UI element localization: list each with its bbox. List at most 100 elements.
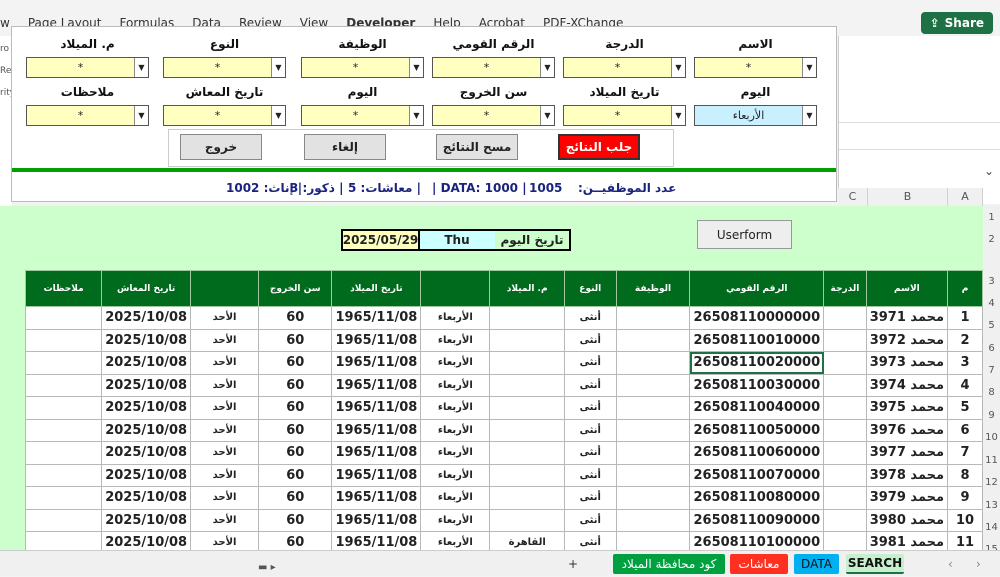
cell-col-birth-day[interactable]: الأربعاء (420, 463, 491, 487)
cell-col-grade[interactable] (823, 486, 867, 510)
cell-col-birth-day[interactable]: الأربعاء (420, 396, 491, 420)
gender-combo[interactable]: * ▼ (163, 57, 286, 78)
header-col-birth-gov[interactable]: م. الميلاد (489, 270, 566, 307)
retirement-age-combo[interactable]: * ▼ (432, 105, 555, 126)
cell-col-pension-date[interactable]: 2025/10/08 (101, 441, 192, 465)
cell-col-job[interactable] (615, 306, 691, 330)
cell-col-gender[interactable]: أنثى (564, 351, 617, 375)
cell-col-grade[interactable] (823, 373, 867, 397)
cell-col-birth-date[interactable]: 1965/11/08 (331, 508, 422, 532)
formula-bar[interactable] (839, 122, 1000, 150)
cell-col-national-id[interactable]: 26508110000000 (689, 306, 825, 330)
cell-col-retire-age[interactable]: 60 (258, 463, 333, 487)
cell-col-notes[interactable] (24, 463, 103, 487)
cell-col-notes[interactable] (24, 531, 103, 550)
cell-col-gender[interactable]: أنثى (564, 328, 617, 352)
cell-col-birth-date[interactable]: 1965/11/08 (331, 463, 422, 487)
cell-col-birth-gov[interactable] (489, 328, 566, 352)
cell-col-grade[interactable] (823, 508, 867, 532)
cell-col-birth-gov[interactable] (489, 306, 566, 330)
header-col-job[interactable]: الوظيفة (615, 270, 691, 307)
cell-col-pension-date[interactable]: 2025/10/08 (101, 463, 192, 487)
cell-col-name[interactable]: محمد 3980 (865, 508, 949, 532)
dropdown-arrow-icon[interactable]: ▼ (802, 106, 816, 125)
day-combo-2[interactable]: * ▼ (301, 105, 424, 126)
dropdown-arrow-icon[interactable]: ▼ (671, 58, 685, 77)
cell-col-job[interactable] (615, 351, 691, 375)
pension-date-combo[interactable]: * ▼ (163, 105, 286, 126)
dropdown-arrow-icon[interactable]: ▼ (540, 58, 554, 77)
cell-col-gender[interactable]: أنثى (564, 441, 617, 465)
column-header-a[interactable]: A (948, 188, 983, 206)
cell-col-job[interactable] (615, 441, 691, 465)
cell-col-notes[interactable] (24, 306, 103, 330)
cell-col-pension-date[interactable]: 2025/10/08 (101, 306, 192, 330)
cell-col-serial[interactable]: 2 (947, 328, 983, 352)
chevron-right-icon[interactable]: › (968, 554, 989, 574)
header-col-pension-date[interactable]: تاريخ المعاش (101, 270, 192, 307)
cell-col-gender[interactable]: أنثى (564, 463, 617, 487)
row-number[interactable]: 11 (983, 455, 1000, 466)
cell-col-birth-gov[interactable] (489, 351, 566, 375)
row-number[interactable]: 1 (983, 212, 1000, 223)
header-col-serial[interactable]: م (947, 270, 983, 307)
cell-col-notes[interactable] (24, 373, 103, 397)
cell-col-birth-day[interactable]: الأربعاء (420, 486, 491, 510)
cell-col-name[interactable]: محمد 3974 (865, 373, 949, 397)
cell-col-birth-date[interactable]: 1965/11/08 (331, 373, 422, 397)
header-col-notes[interactable]: ملاحظات (24, 270, 103, 307)
cell-col-national-id[interactable]: 26508110080000 (689, 486, 825, 510)
day-combo[interactable]: الأربعاء ▼ (694, 105, 817, 126)
header-col-grade[interactable]: الدرجة (823, 270, 867, 307)
cell-col-pension-date[interactable]: 2025/10/08 (101, 508, 192, 532)
column-header-c[interactable]: C (838, 188, 868, 206)
cell-col-retire-age[interactable]: 60 (258, 531, 333, 550)
cell-col-pension-day[interactable]: الأحد (190, 328, 260, 352)
cell-col-pension-date[interactable]: 2025/10/08 (101, 418, 192, 442)
cell-col-birth-gov[interactable] (489, 441, 566, 465)
cell-col-notes[interactable] (24, 441, 103, 465)
cell-col-pension-date[interactable]: 2025/10/08 (101, 373, 192, 397)
cell-col-serial[interactable]: 10 (947, 508, 983, 532)
cell-col-notes[interactable] (24, 486, 103, 510)
cell-col-serial[interactable]: 11 (947, 531, 983, 550)
cell-col-pension-day[interactable]: الأحد (190, 373, 260, 397)
cell-col-birth-date[interactable]: 1965/11/08 (331, 396, 422, 420)
cell-col-notes[interactable] (24, 351, 103, 375)
cell-col-name[interactable]: محمد 3975 (865, 396, 949, 420)
dropdown-arrow-icon[interactable]: ▼ (802, 58, 816, 77)
tab-gov-code[interactable]: كود محافظة الميلاد (613, 554, 725, 574)
cell-col-grade[interactable] (823, 441, 867, 465)
tab-search[interactable]: SEARCH (846, 554, 904, 574)
grade-combo[interactable]: * ▼ (563, 57, 686, 78)
cell-col-name[interactable]: محمد 3976 (865, 418, 949, 442)
cell-col-pension-day[interactable]: الأحد (190, 396, 260, 420)
birth-date-combo[interactable]: * ▼ (563, 105, 686, 126)
cell-col-retire-age[interactable]: 60 (258, 306, 333, 330)
open-userform-button[interactable]: Userform (697, 220, 792, 249)
cell-col-birth-date[interactable]: 1965/11/08 (331, 531, 422, 550)
cell-col-birth-gov[interactable]: القاهرة (489, 531, 566, 550)
cell-col-serial[interactable]: 5 (947, 396, 983, 420)
dropdown-arrow-icon[interactable]: ▼ (271, 106, 285, 125)
cell-col-birth-gov[interactable] (489, 373, 566, 397)
cell-col-birth-day[interactable]: الأربعاء (420, 306, 491, 330)
cell-col-notes[interactable] (24, 418, 103, 442)
cell-col-grade[interactable] (823, 418, 867, 442)
cell-col-birth-day[interactable]: الأربعاء (420, 441, 491, 465)
cell-col-serial[interactable]: 4 (947, 373, 983, 397)
row-number[interactable]: 13 (983, 500, 1000, 511)
cell-col-job[interactable] (615, 328, 691, 352)
dropdown-arrow-icon[interactable]: ▼ (134, 106, 148, 125)
cell-col-grade[interactable] (823, 328, 867, 352)
cell-col-national-id[interactable]: 26508110050000 (689, 418, 825, 442)
cell-col-birth-day[interactable]: الأربعاء (420, 531, 491, 550)
cell-col-pension-day[interactable]: الأحد (190, 441, 260, 465)
cell-col-retire-age[interactable]: 60 (258, 396, 333, 420)
cell-col-national-id[interactable]: 26508110090000 (689, 508, 825, 532)
cell-col-serial[interactable]: 8 (947, 463, 983, 487)
cell-col-birth-day[interactable]: الأربعاء (420, 351, 491, 375)
cell-col-pension-day[interactable]: الأحد (190, 508, 260, 532)
cell-col-job[interactable] (615, 396, 691, 420)
cell-col-birth-gov[interactable] (489, 508, 566, 532)
